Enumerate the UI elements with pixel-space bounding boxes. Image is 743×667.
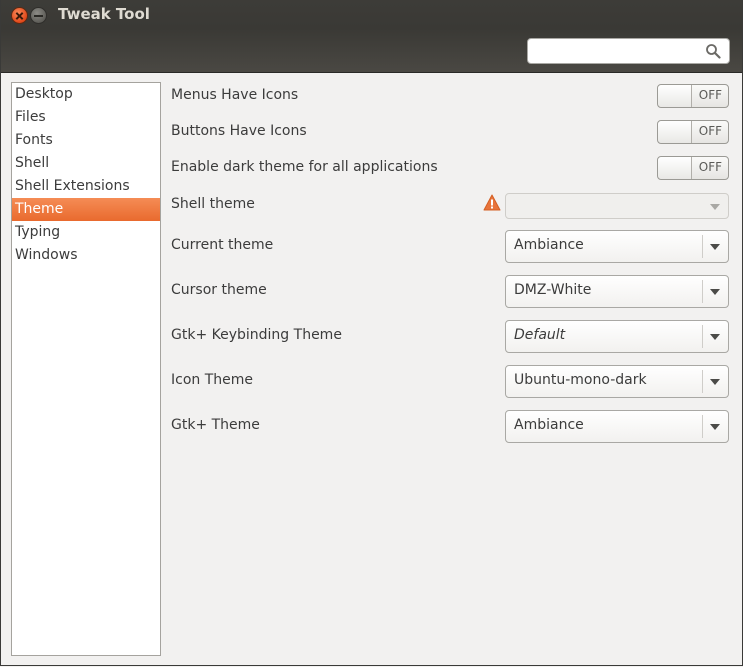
close-icon[interactable] (11, 7, 28, 24)
chevron-down-icon (710, 379, 720, 385)
setting-label: Gtk+ Theme (171, 417, 260, 433)
dropdown-separator (702, 370, 703, 393)
tweak-tool-window: Tweak Tool Desktop Files Fonts Shell She… (0, 0, 743, 666)
setting-row-dark-theme: Enable dark theme for all applications O… (171, 156, 729, 180)
buttons-icons-switch[interactable]: OFF (657, 120, 729, 144)
sidebar-item-shell-extensions[interactable]: Shell Extensions (12, 175, 160, 198)
switch-knob[interactable] (658, 121, 692, 143)
setting-row-gtk-theme: Gtk+ Theme Ambiance (171, 410, 729, 443)
window-title: Tweak Tool (58, 5, 150, 23)
switch-state: OFF (698, 88, 722, 102)
dropdown-value: Ambiance (514, 237, 584, 253)
switch-knob[interactable] (658, 157, 692, 179)
search-field[interactable] (527, 38, 730, 64)
setting-row-keybinding-theme: Gtk+ Keybinding Theme Default (171, 320, 729, 353)
setting-label: Cursor theme (171, 282, 267, 298)
setting-label: Enable dark theme for all applications (171, 159, 438, 175)
icon-theme-dropdown[interactable]: Ubuntu-mono-dark (505, 365, 729, 398)
dropdown-value: Ambiance (514, 417, 584, 433)
switch-knob[interactable] (658, 85, 692, 107)
dropdown-value: Ubuntu-mono-dark (514, 372, 647, 388)
dropdown-separator (702, 235, 703, 258)
switch-state: OFF (698, 160, 722, 174)
sidebar-item-theme[interactable]: Theme (12, 198, 160, 221)
search-input[interactable] (532, 41, 706, 61)
sidebar-item-shell[interactable]: Shell (12, 152, 160, 175)
shell-theme-dropdown[interactable] (505, 193, 729, 219)
cursor-theme-dropdown[interactable]: DMZ-White (505, 275, 729, 308)
search-icon (706, 44, 721, 59)
sidebar-item-windows[interactable]: Windows (12, 244, 160, 267)
chevron-down-icon (710, 204, 720, 210)
setting-label: Icon Theme (171, 372, 254, 388)
current-theme-dropdown[interactable]: Ambiance (505, 230, 729, 263)
setting-label: Shell theme (171, 196, 255, 212)
dropdown-separator (702, 325, 703, 348)
warning-icon (483, 194, 501, 211)
chevron-down-icon (710, 289, 720, 295)
keybinding-theme-dropdown[interactable]: Default (505, 320, 729, 353)
setting-row-buttons-icons: Buttons Have Icons OFF (171, 120, 729, 144)
setting-row-icon-theme: Icon Theme Ubuntu-mono-dark (171, 365, 729, 398)
sidebar-item-typing[interactable]: Typing (12, 221, 160, 244)
chevron-down-icon (710, 424, 720, 430)
setting-row-shell-theme: Shell theme (171, 193, 729, 219)
dark-theme-switch[interactable]: OFF (657, 156, 729, 180)
setting-label: Menus Have Icons (171, 87, 299, 103)
dropdown-separator (702, 415, 703, 438)
setting-row-current-theme: Current theme Ambiance (171, 230, 729, 263)
chevron-down-icon (710, 244, 720, 250)
setting-label: Current theme (171, 237, 274, 253)
category-sidebar: Desktop Files Fonts Shell Shell Extensio… (11, 82, 161, 656)
minimize-icon[interactable] (30, 7, 47, 24)
sidebar-item-fonts[interactable]: Fonts (12, 129, 160, 152)
dropdown-value: Default (514, 327, 566, 343)
gtk-theme-dropdown[interactable]: Ambiance (505, 410, 729, 443)
chevron-down-icon (710, 334, 720, 340)
window-header: Tweak Tool (1, 0, 742, 73)
sidebar-item-files[interactable]: Files (12, 106, 160, 129)
menus-icons-switch[interactable]: OFF (657, 84, 729, 108)
setting-label: Gtk+ Keybinding Theme (171, 327, 342, 343)
switch-state: OFF (698, 124, 722, 138)
sidebar-item-desktop[interactable]: Desktop (12, 83, 160, 106)
setting-row-menus-icons: Menus Have Icons OFF (171, 84, 729, 108)
dropdown-value: DMZ-White (514, 282, 592, 298)
setting-row-cursor-theme: Cursor theme DMZ-White (171, 275, 729, 308)
dropdown-separator (702, 280, 703, 303)
setting-label: Buttons Have Icons (171, 123, 307, 139)
